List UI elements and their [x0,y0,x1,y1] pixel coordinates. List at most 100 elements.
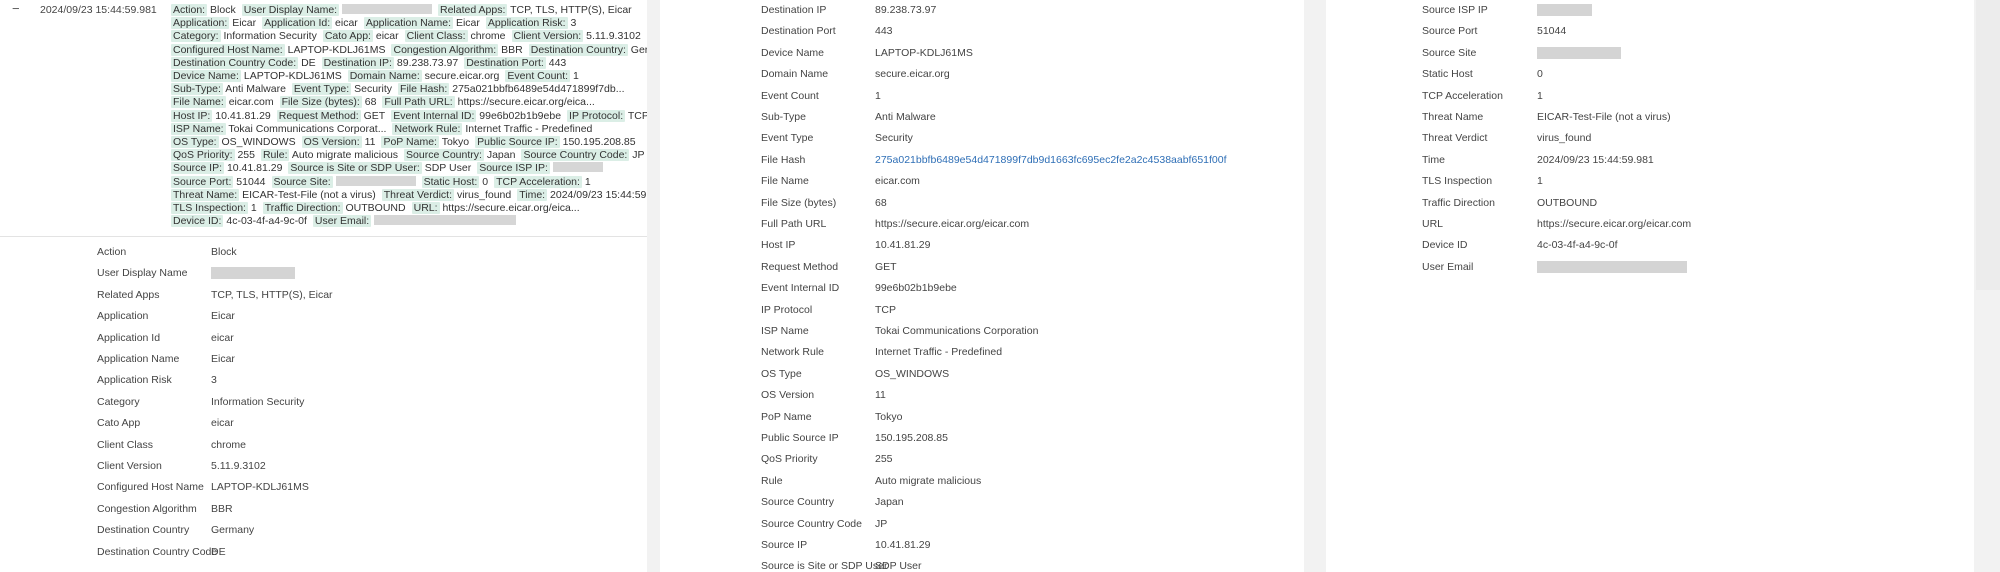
chip-key-request-method[interactable]: Request Method: [276,109,361,122]
chip-key-device-name[interactable]: Device Name: [171,70,241,83]
detail-label: Related Apps [97,288,160,301]
chip-key-client-version[interactable]: Client Version: [511,30,584,43]
chip-key-rule[interactable]: Rule: [260,149,290,162]
detail-value: 0 [1537,68,1543,81]
chip-key-cato-app[interactable]: Cato App: [322,30,373,43]
detail-value: TCP, TLS, HTTP(S), Eicar [211,288,333,301]
chip-key-congestion-algorithm[interactable]: Congestion Algorithm: [391,43,499,56]
detail-value: 255 [875,453,893,466]
chip-key-destination-country-code[interactable]: Destination Country Code: [171,56,299,69]
chip-key-source-country-code[interactable]: Source Country Code: [521,149,630,162]
chip-key-category[interactable]: Category: [171,30,221,43]
chip-key-tls-inspection[interactable]: TLS Inspection: [171,202,248,215]
detail-value: 5.11.9.3102 [211,460,266,472]
detail-row-network-rule: Network Rule Internet Traffic - Predefine… [660,346,1304,367]
chip-key-host-ip[interactable]: Host IP: [171,109,213,122]
chip-key-configured-host-name[interactable]: Configured Host Name: [171,43,285,56]
chip-key-source-site[interactable]: Source Site: [271,175,333,188]
chip-value-related-apps: TCP, TLS, HTTP(S), Eicar [510,4,632,16]
event-summary-row[interactable]: − 2024/09/23 15:44:59.981 Action: Block U… [0,0,647,237]
chip-key-url[interactable]: URL: [411,202,440,215]
detail-value-link[interactable]: 275a021bbfb6489e54d471899f7db9d1663fc695… [875,154,1227,167]
detail-row-threat-name: Threat Name EICAR-Test-File (not a virus) [1326,111,1974,132]
detail-row-congestion-algorithm: Congestion Algorithm BBR [0,503,647,524]
chip-key-file-size-bytes[interactable]: File Size (bytes): [279,96,362,109]
detail-value [1537,260,1687,275]
chip-line: Source Port: 51044 Source Site: Static Ho… [171,175,641,189]
chip-key-full-path-url[interactable]: Full Path URL: [382,96,455,109]
detail-label: Source is Site or SDP User [761,560,888,572]
detail-value: eicar [211,417,234,430]
chip-key-source-is-site-or-sdp-user[interactable]: Source is Site or SDP User: [288,162,422,175]
chip-key-os-type[interactable]: OS Type: [171,136,219,149]
detail-label: Congestion Algorithm [97,502,197,515]
chip-key-source-isp-ip[interactable]: Source ISP IP: [477,162,550,175]
scrollbar[interactable] [1976,0,2000,290]
detail-value: Internet Traffic - Predefined [875,346,1003,359]
chip-key-os-version[interactable]: OS Version: [301,136,362,149]
chip-key-destination-ip[interactable]: Destination IP: [321,56,394,69]
detail-row-full-path-url: Full Path URL https://secure.eicar.org/ei… [660,218,1304,239]
chip-key-public-source-ip[interactable]: Public Source IP: [475,136,560,149]
detail-row-application: Application Eicar [0,310,647,331]
chip-key-file-name[interactable]: File Name: [171,96,226,109]
detail-label: User Email [1422,260,1474,273]
collapse-icon[interactable]: − [12,1,20,16]
chip-key-application[interactable]: Application: [171,17,230,30]
chip-key-ip-protocol[interactable]: IP Protocol: [567,109,626,122]
detail-row-os-type: OS Type OS_WINDOWS [660,368,1304,389]
detail-label: Traffic Direction [1422,196,1495,209]
chip-key-event-internal-id[interactable]: Event Internal ID: [391,109,477,122]
detail-row-application-id: Application Id eicar [0,332,647,353]
detail-row-domain-name: Domain Name secure.eicar.org [660,68,1304,89]
detail-label: Network Rule [761,346,825,359]
detail-value: Security [875,132,913,145]
chip-key-event-type[interactable]: Event Type: [291,83,352,96]
chip-key-threat-verdict[interactable]: Threat Verdict: [381,188,455,201]
chip-key-traffic-direction[interactable]: Traffic Direction: [262,202,343,215]
chip-key-file-hash[interactable]: File Hash: [398,83,450,96]
chip-key-static-host[interactable]: Static Host: [421,175,480,188]
chip-key-user-email[interactable]: User Email: [312,215,372,228]
chip-key-domain-name[interactable]: Domain Name: [347,70,422,83]
chip-key-sub-type[interactable]: Sub-Type: [171,83,223,96]
chip-value-static-host: 0 [482,175,489,188]
chip-key-isp-name[interactable]: ISP Name: [171,122,226,135]
chip-line: Threat Name: EICAR-Test-File (not a viru… [171,188,647,202]
chip-key-destination-country[interactable]: Destination Country: [528,43,628,56]
chip-key-threat-name[interactable]: Threat Name: [171,188,240,201]
detail-label: Device Name [761,46,825,59]
chip-key-client-class[interactable]: Client Class: [404,30,468,43]
chip-key-source-port[interactable]: Source Port: [171,175,234,188]
detail-value: OS_WINDOWS [875,367,950,380]
detail-value: virus_found [1537,132,1592,145]
chip-key-device-id[interactable]: Device ID: [171,215,224,228]
chip-key-event-count[interactable]: Event Count: [505,70,571,83]
detail-row-ip-protocol: IP Protocol TCP [660,304,1304,325]
chip-value-sub-type: Anti Malware [225,83,286,96]
detail-label: IP Protocol [761,303,813,316]
chip-key-qos-priority[interactable]: QoS Priority: [171,149,235,162]
chip-key-user-display-name[interactable]: User Display Name: [241,4,340,16]
chip-value-application-id: eicar [335,17,358,30]
detail-row-device-id: Device ID 4c-03-4f-a4-9c-0f [1326,239,1974,260]
chip-key-source-ip[interactable]: Source IP: [171,162,225,175]
chip-key-time[interactable]: Time: [517,188,548,201]
chip-value-pop-name: Tokyo [441,136,470,149]
chip-key-pop-name[interactable]: PoP Name: [381,136,439,149]
chip-key-application-name[interactable]: Application Name: [363,17,454,30]
chip-key-destination-port[interactable]: Destination Port: [464,56,546,69]
detail-value: 89.238.73.97 [875,4,937,16]
chip-key-source-country[interactable]: Source Country: [404,149,484,162]
chip-key-application-risk[interactable]: Application Risk: [485,17,568,30]
chip-key-related-apps[interactable]: Related Apps: [438,4,508,16]
detail-label: TCP Acceleration [1422,89,1503,102]
event-detail-panel-left: − 2024/09/23 15:44:59.981 Action: Block U… [0,0,647,572]
chip-key-action[interactable]: Action: [171,4,208,16]
chip-key-tcp-acceleration[interactable]: TCP Acceleration: [494,175,582,188]
chip-key-application-id[interactable]: Application Id: [262,17,333,30]
chip-line: Action: Block User Display Name: Related … [171,4,641,17]
redacted-value [1537,260,1687,273]
chip-key-network-rule[interactable]: Network Rule: [392,122,463,135]
chip-value-request-method: GET [363,109,386,122]
